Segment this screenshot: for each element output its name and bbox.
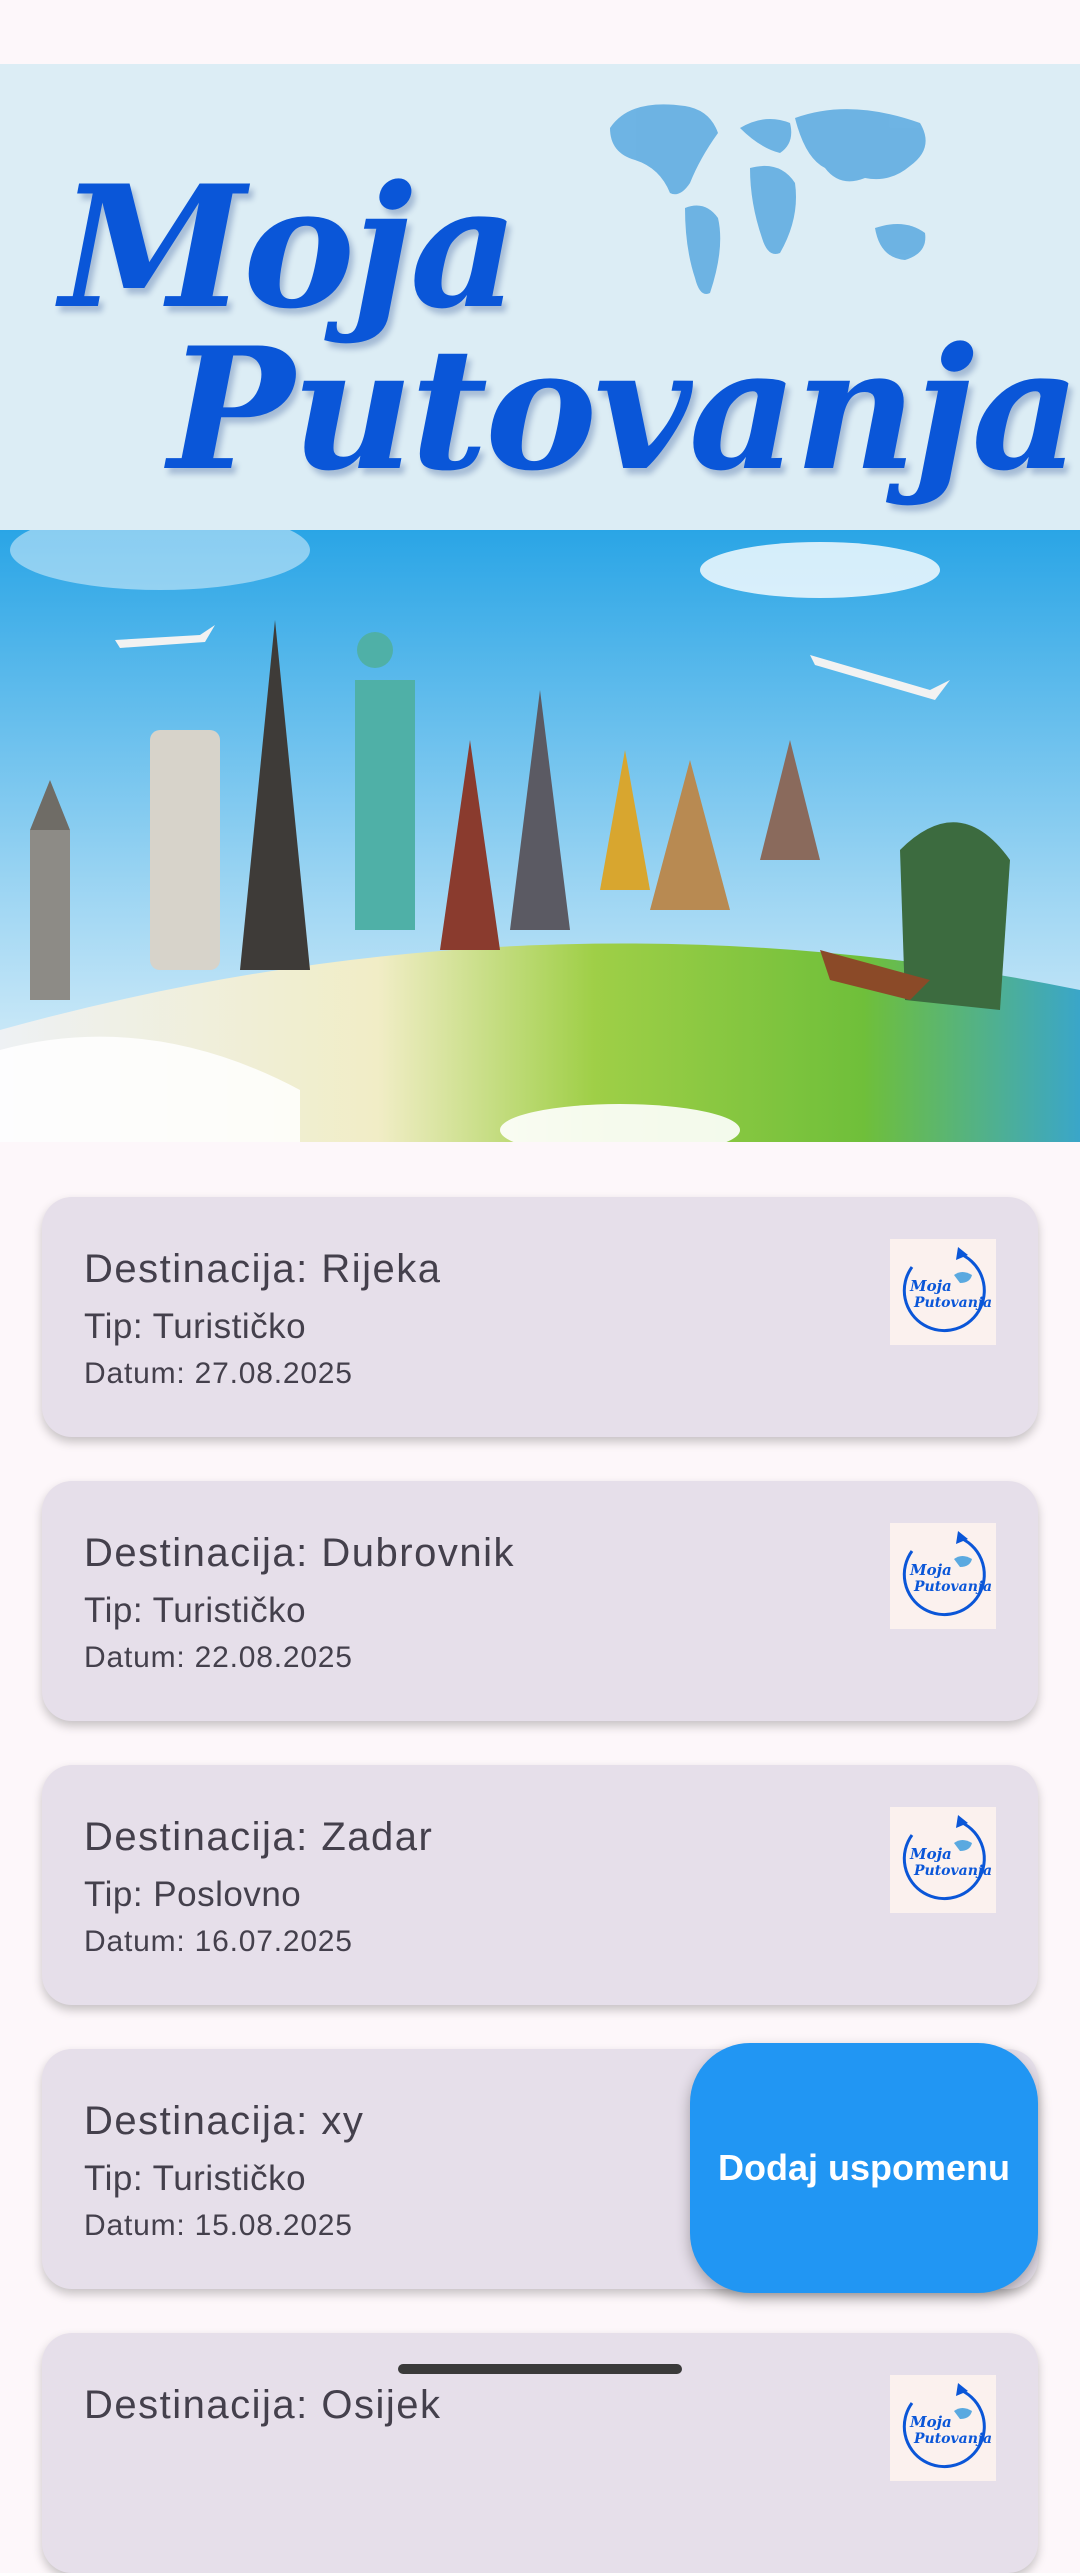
trip-card-zadar[interactable]: Destinacija: Zadar Tip: Poslovno Datum: … <box>42 1765 1038 2005</box>
svg-text:Putovanja: Putovanja <box>913 1295 992 1311</box>
trip-destination: Destinacija: Osijek <box>84 2383 442 2427</box>
trip-destination: Destinacija: Zadar <box>84 1815 434 1859</box>
app-logo-header: Moja Putovanja <box>0 64 1080 530</box>
logo-title-putovanja: Putovanja <box>168 310 1080 508</box>
add-memory-button-label: Dodaj uspomenu <box>717 2147 1010 2188</box>
add-memory-button[interactable]: Dodaj uspomenu <box>690 2043 1038 2293</box>
trip-card-rijeka[interactable]: Destinacija: Rijeka Tip: Turističko Datu… <box>42 1197 1038 1437</box>
trip-destination: Destinacija: Dubrovnik <box>84 1531 515 1575</box>
svg-text:Putovanja: Putovanja <box>913 1579 992 1595</box>
trip-thumbnail-logo-icon: Moja Putovanja <box>890 1239 996 1345</box>
svg-text:Moja: Moja <box>909 2413 952 2431</box>
trip-thumbnail-logo-icon: Moja Putovanja <box>890 1523 996 1629</box>
trip-date: Datum: 15.08.2025 <box>84 2209 353 2242</box>
svg-text:Putovanja: Putovanja <box>913 2431 992 2447</box>
status-bar <box>0 0 1080 64</box>
trip-type: Tip: Turističko <box>84 2159 307 2198</box>
travel-banner-image <box>0 530 1080 1142</box>
trip-date: Datum: 16.07.2025 <box>84 1925 353 1958</box>
trip-type: Tip: Poslovno <box>84 1875 302 1914</box>
svg-text:Moja: Moja <box>909 1561 952 1579</box>
trip-thumbnail-logo-icon: Moja Putovanja <box>890 2375 996 2481</box>
trip-type: Tip: Turističko <box>84 1307 307 1346</box>
trip-card-dubrovnik[interactable]: Destinacija: Dubrovnik Tip: Turističko D… <box>42 1481 1038 1721</box>
svg-text:Putovanja: Putovanja <box>913 1863 992 1879</box>
trip-date: Datum: 22.08.2025 <box>84 1641 353 1674</box>
svg-text:Moja: Moja <box>909 1277 952 1295</box>
gesture-navigation-bar[interactable] <box>398 2364 682 2374</box>
world-map-graphic <box>610 104 926 294</box>
trip-destination: Destinacija: xy <box>84 2099 365 2143</box>
trip-type: Tip: Turističko <box>84 1591 307 1630</box>
trip-destination: Destinacija: Rijeka <box>84 1247 442 1291</box>
trip-date: Datum: 27.08.2025 <box>84 1357 353 1390</box>
trip-thumbnail-logo-icon: Moja Putovanja <box>890 1807 996 1913</box>
svg-text:Moja: Moja <box>909 1845 952 1863</box>
